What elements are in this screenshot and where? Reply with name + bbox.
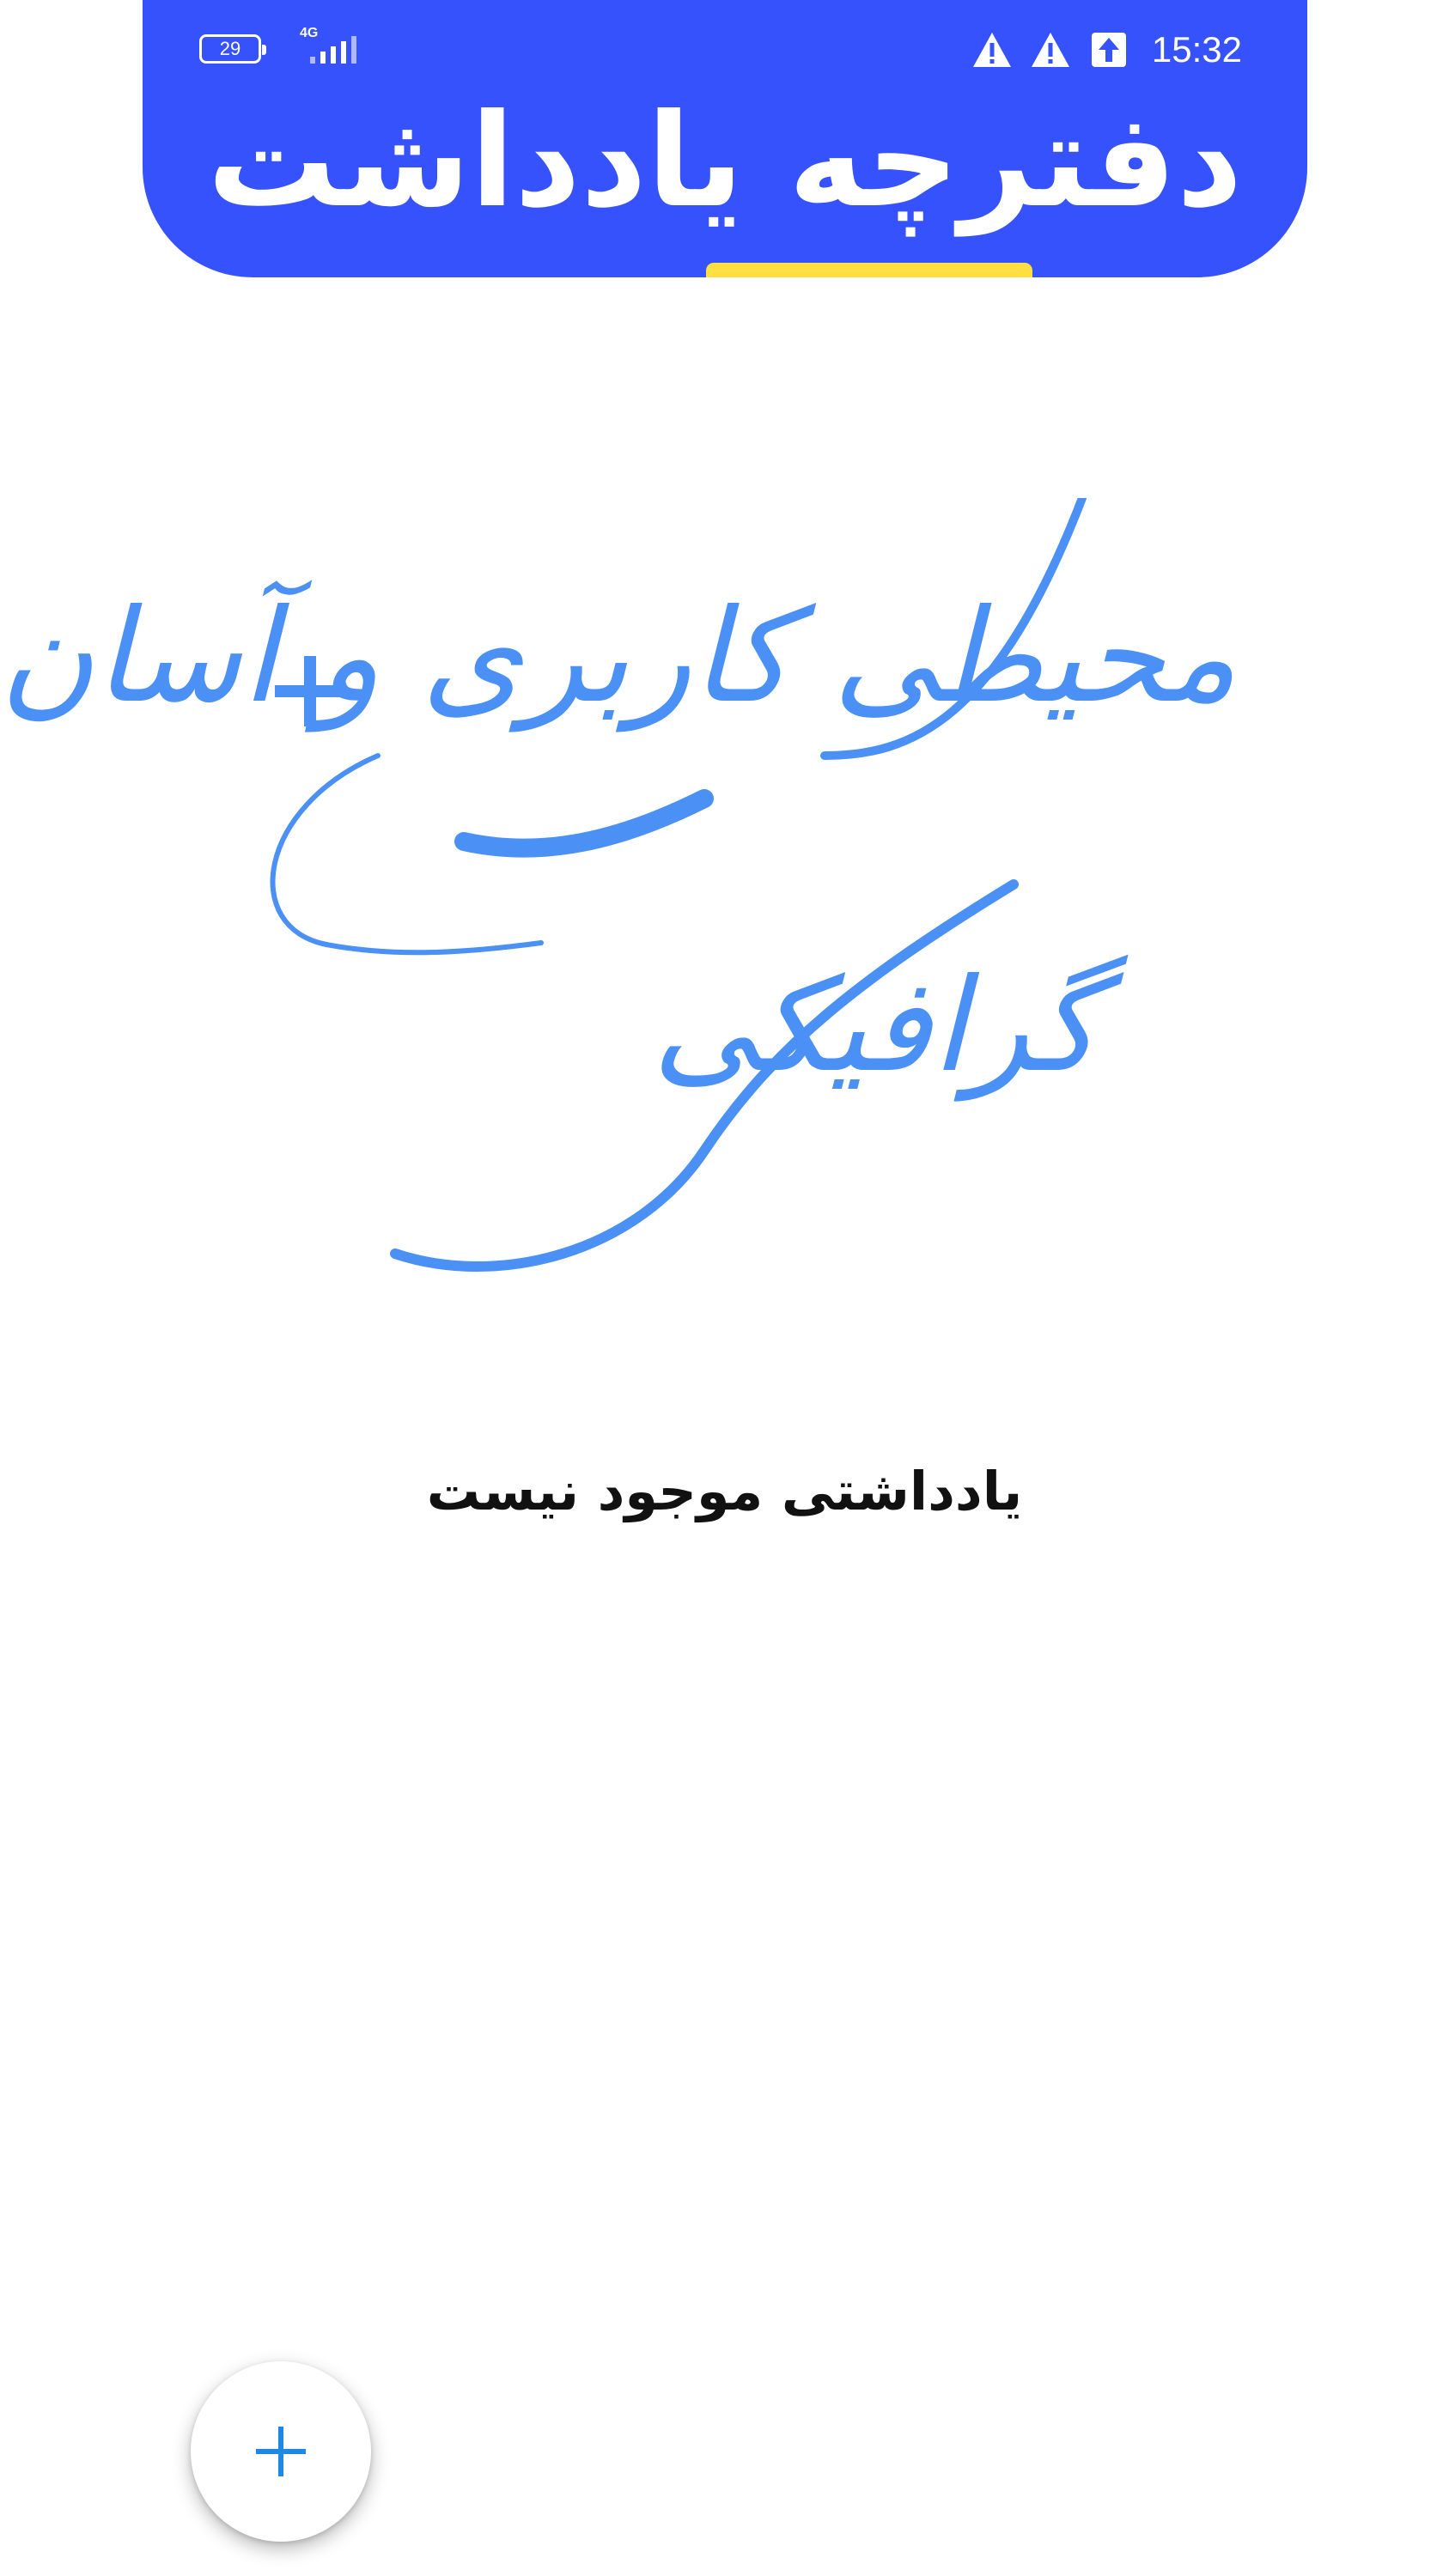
hero-calligraphy: محیطی کاربری و آسان گرافیکی	[0, 498, 1237, 1305]
title-underline	[706, 263, 1032, 277]
plus-icon	[256, 2427, 306, 2476]
app-header: 29 4G 15:32 دفترچه یادداشت	[143, 0, 1307, 277]
empty-state-message: یادداشتی موجود نیست	[426, 1460, 1023, 1522]
battery-level: 29	[219, 38, 241, 59]
upload-icon	[1091, 33, 1126, 67]
hero-line-1: محیطی کاربری و آسان	[0, 582, 1237, 732]
status-right-group: 15:32	[971, 24, 1242, 76]
plus-icon	[275, 656, 345, 726]
warning-icon	[972, 33, 1011, 67]
hero-line-2: گرافیکی	[652, 951, 1099, 1101]
network-indicator: 4G	[300, 26, 368, 69]
clock: 15:32	[1151, 29, 1242, 70]
app-title: دفترچه یادداشت	[207, 87, 1243, 236]
battery-indicator: 29	[199, 34, 266, 64]
add-note-button[interactable]	[191, 2361, 371, 2542]
signal-icon	[310, 36, 356, 64]
warning-icon	[1031, 33, 1069, 67]
app-screen: 29 4G 15:32 دفترچه یادداشت محیطی کاربری …	[0, 0, 1449, 2576]
